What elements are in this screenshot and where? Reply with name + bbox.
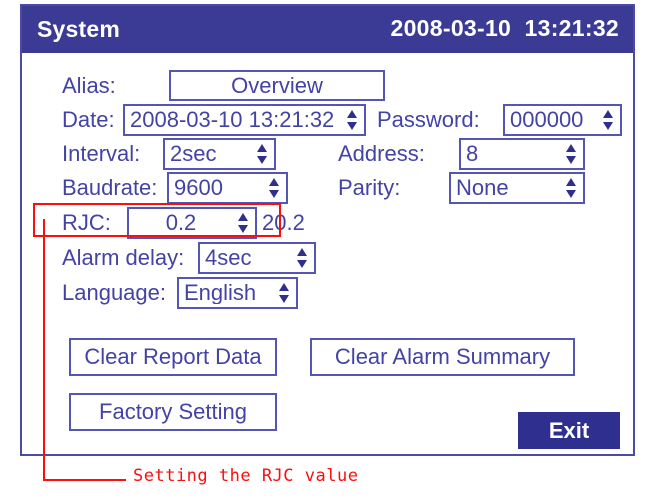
baudrate-spinner-icon[interactable] [266, 177, 282, 199]
clear-report-data-button[interactable]: Clear Report Data [69, 338, 277, 376]
address-value: 8 [466, 143, 479, 165]
exit-button[interactable]: Exit [518, 412, 620, 449]
password-value: 000000 [510, 109, 584, 131]
baudrate-stepper[interactable]: 9600 [167, 172, 288, 204]
settings-form: Alias: Overview Date: 2008-03-10 13:21:3… [22, 53, 633, 454]
parity-value: None [456, 177, 509, 199]
date-spinner-icon[interactable] [344, 109, 360, 131]
parity-label: Parity: [338, 175, 401, 200]
address-stepper[interactable]: 8 [459, 138, 585, 170]
clear-report-data-label: Clear Report Data [84, 344, 262, 369]
rjc-value: 0.2 [165, 212, 197, 234]
title-bar: System 2008-03-10 13:21:32 [22, 6, 633, 53]
alarm-delay-value: 4sec [205, 247, 252, 269]
address-label: Address: [338, 141, 425, 166]
annotation-caption: Setting the RJC value [133, 466, 359, 486]
alarm-delay-spinner-icon[interactable] [294, 247, 310, 269]
address-spinner-icon[interactable] [563, 143, 579, 165]
clear-alarm-summary-label: Clear Alarm Summary [334, 344, 551, 369]
password-label: Password: [377, 107, 480, 132]
baudrate-value: 9600 [174, 177, 223, 199]
interval-label: Interval: [62, 141, 141, 166]
alias-value: Overview [231, 74, 323, 97]
parity-stepper[interactable]: None [449, 172, 585, 204]
parity-spinner-icon[interactable] [563, 177, 579, 199]
language-stepper[interactable]: English [177, 277, 298, 309]
rjc-spinner-icon[interactable] [235, 212, 251, 234]
language-value: English [184, 282, 257, 304]
interval-stepper[interactable]: 2sec [163, 138, 276, 170]
date-label: Date: [62, 107, 115, 132]
alias-input[interactable]: Overview [169, 70, 385, 101]
exit-label: Exit [548, 417, 590, 443]
password-stepper[interactable]: 000000 [503, 104, 622, 136]
date-stepper[interactable]: 2008-03-10 13:21:32 [123, 104, 366, 136]
alias-label: Alias: [62, 73, 116, 98]
language-spinner-icon[interactable] [276, 282, 292, 304]
alarm-delay-label: Alarm delay: [62, 245, 185, 270]
date-value: 2008-03-10 13:21:32 [130, 109, 335, 131]
annotation-leader-line-horizontal [43, 479, 126, 481]
language-label: Language: [62, 280, 166, 305]
rjc-stepper[interactable]: 0.2 [127, 207, 257, 239]
baudrate-label: Baudrate: [62, 175, 158, 200]
window-title: System [37, 16, 121, 42]
interval-value: 2sec [170, 143, 217, 165]
header-datetime: 2008-03-10 13:21:32 [390, 15, 619, 41]
clear-alarm-summary-button[interactable]: Clear Alarm Summary [310, 338, 575, 376]
interval-spinner-icon[interactable] [254, 143, 270, 165]
factory-setting-label: Factory Setting [99, 399, 247, 424]
rjc-reading: 20.2 [262, 210, 305, 235]
alarm-delay-stepper[interactable]: 4sec [198, 242, 316, 274]
factory-setting-button[interactable]: Factory Setting [69, 393, 277, 431]
system-settings-window: System 2008-03-10 13:21:32 Alias: Overvi… [20, 4, 635, 456]
rjc-label: RJC: [62, 210, 111, 235]
password-spinner-icon[interactable] [600, 109, 616, 131]
